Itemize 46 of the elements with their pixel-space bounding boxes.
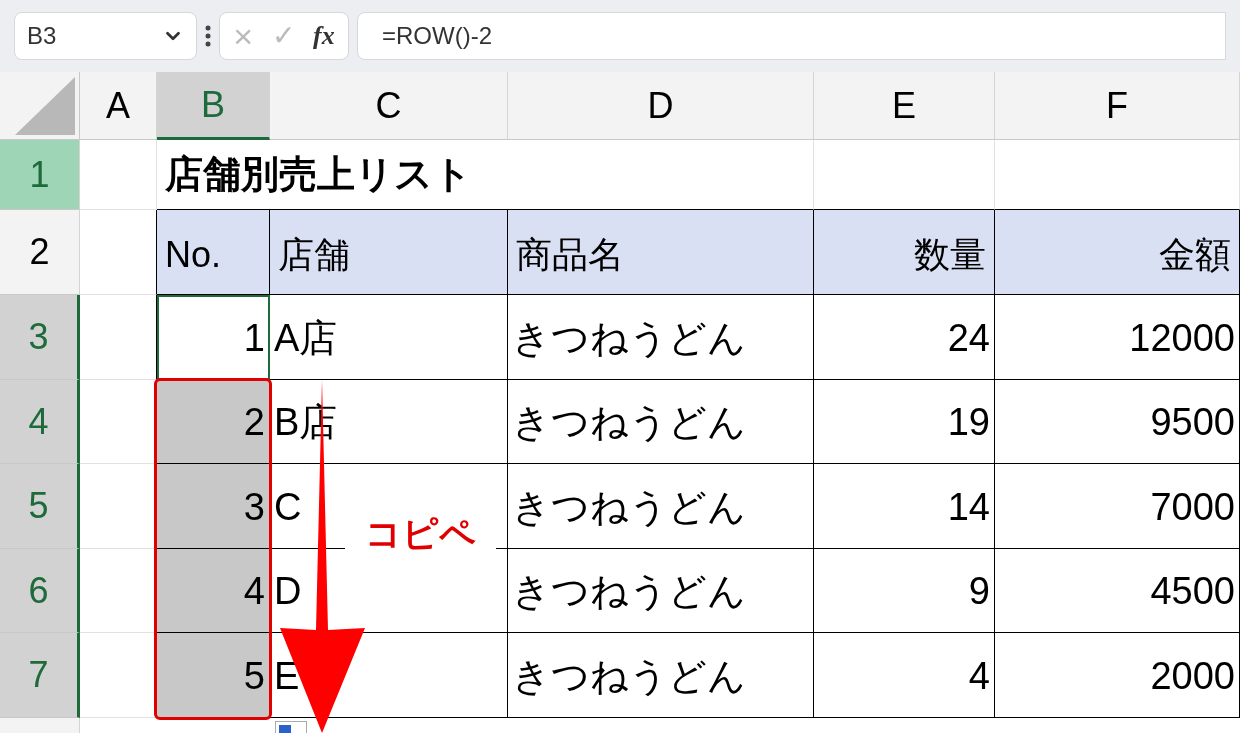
table-cell: 9 <box>814 549 995 633</box>
corner-triangle-icon <box>15 77 75 135</box>
table-cell: 24 <box>814 295 995 380</box>
table-cell: 3 <box>157 464 270 549</box>
table-cell: 5 <box>157 633 270 718</box>
table-cell: 1 <box>157 295 270 380</box>
column-header[interactable]: B <box>157 72 270 140</box>
column-header[interactable]: F <box>995 72 1240 140</box>
table-header-cell: 店舗 <box>270 210 508 295</box>
table-cell: きつねうどん <box>508 464 814 549</box>
table-cell: 9500 <box>995 380 1240 464</box>
more-options-icon[interactable] <box>205 25 211 47</box>
table-cell: きつねうどん <box>508 633 814 718</box>
row-header[interactable]: 6 <box>0 549 80 633</box>
table-cell: A店 <box>270 295 508 380</box>
table-cell: きつねうどん <box>508 380 814 464</box>
row-header[interactable]: 4 <box>0 380 80 464</box>
table-cell: 2000 <box>995 633 1240 718</box>
table-cell: 4 <box>157 549 270 633</box>
table-header-cell: 金額 <box>995 210 1240 295</box>
sheet-title: 店舗別売上リスト <box>165 152 472 197</box>
row-header[interactable]: 3 <box>0 295 80 380</box>
table-header-cell: No. <box>157 210 270 295</box>
table-cell: きつねうどん <box>508 295 814 380</box>
table-cell: 7000 <box>995 464 1240 549</box>
paste-options-icon[interactable] <box>275 721 307 733</box>
row-header[interactable]: 1 <box>0 140 80 210</box>
table-cell: 12000 <box>995 295 1240 380</box>
table-header-cell: 数量 <box>814 210 995 295</box>
formula-field[interactable]: =ROW()-2 <box>357 12 1226 60</box>
table-cell: 4 <box>814 633 995 718</box>
table-cell: きつねうどん <box>508 549 814 633</box>
name-box[interactable]: B3 <box>14 12 197 60</box>
column-header[interactable]: E <box>814 72 995 140</box>
row-header[interactable]: 7 <box>0 633 80 718</box>
table-cell: 14 <box>814 464 995 549</box>
insert-function-button[interactable]: fx <box>313 23 335 49</box>
table-cell: 19 <box>814 380 995 464</box>
column-header[interactable]: D <box>508 72 814 140</box>
table-header-cell: 商品名 <box>508 210 814 295</box>
table-cell: 4500 <box>995 549 1240 633</box>
table-cell: 2 <box>157 380 270 464</box>
row-header[interactable]: 2 <box>0 210 80 295</box>
column-header[interactable]: C <box>270 72 508 140</box>
row-header[interactable]: 5 <box>0 464 80 549</box>
column-header[interactable]: A <box>80 72 157 140</box>
